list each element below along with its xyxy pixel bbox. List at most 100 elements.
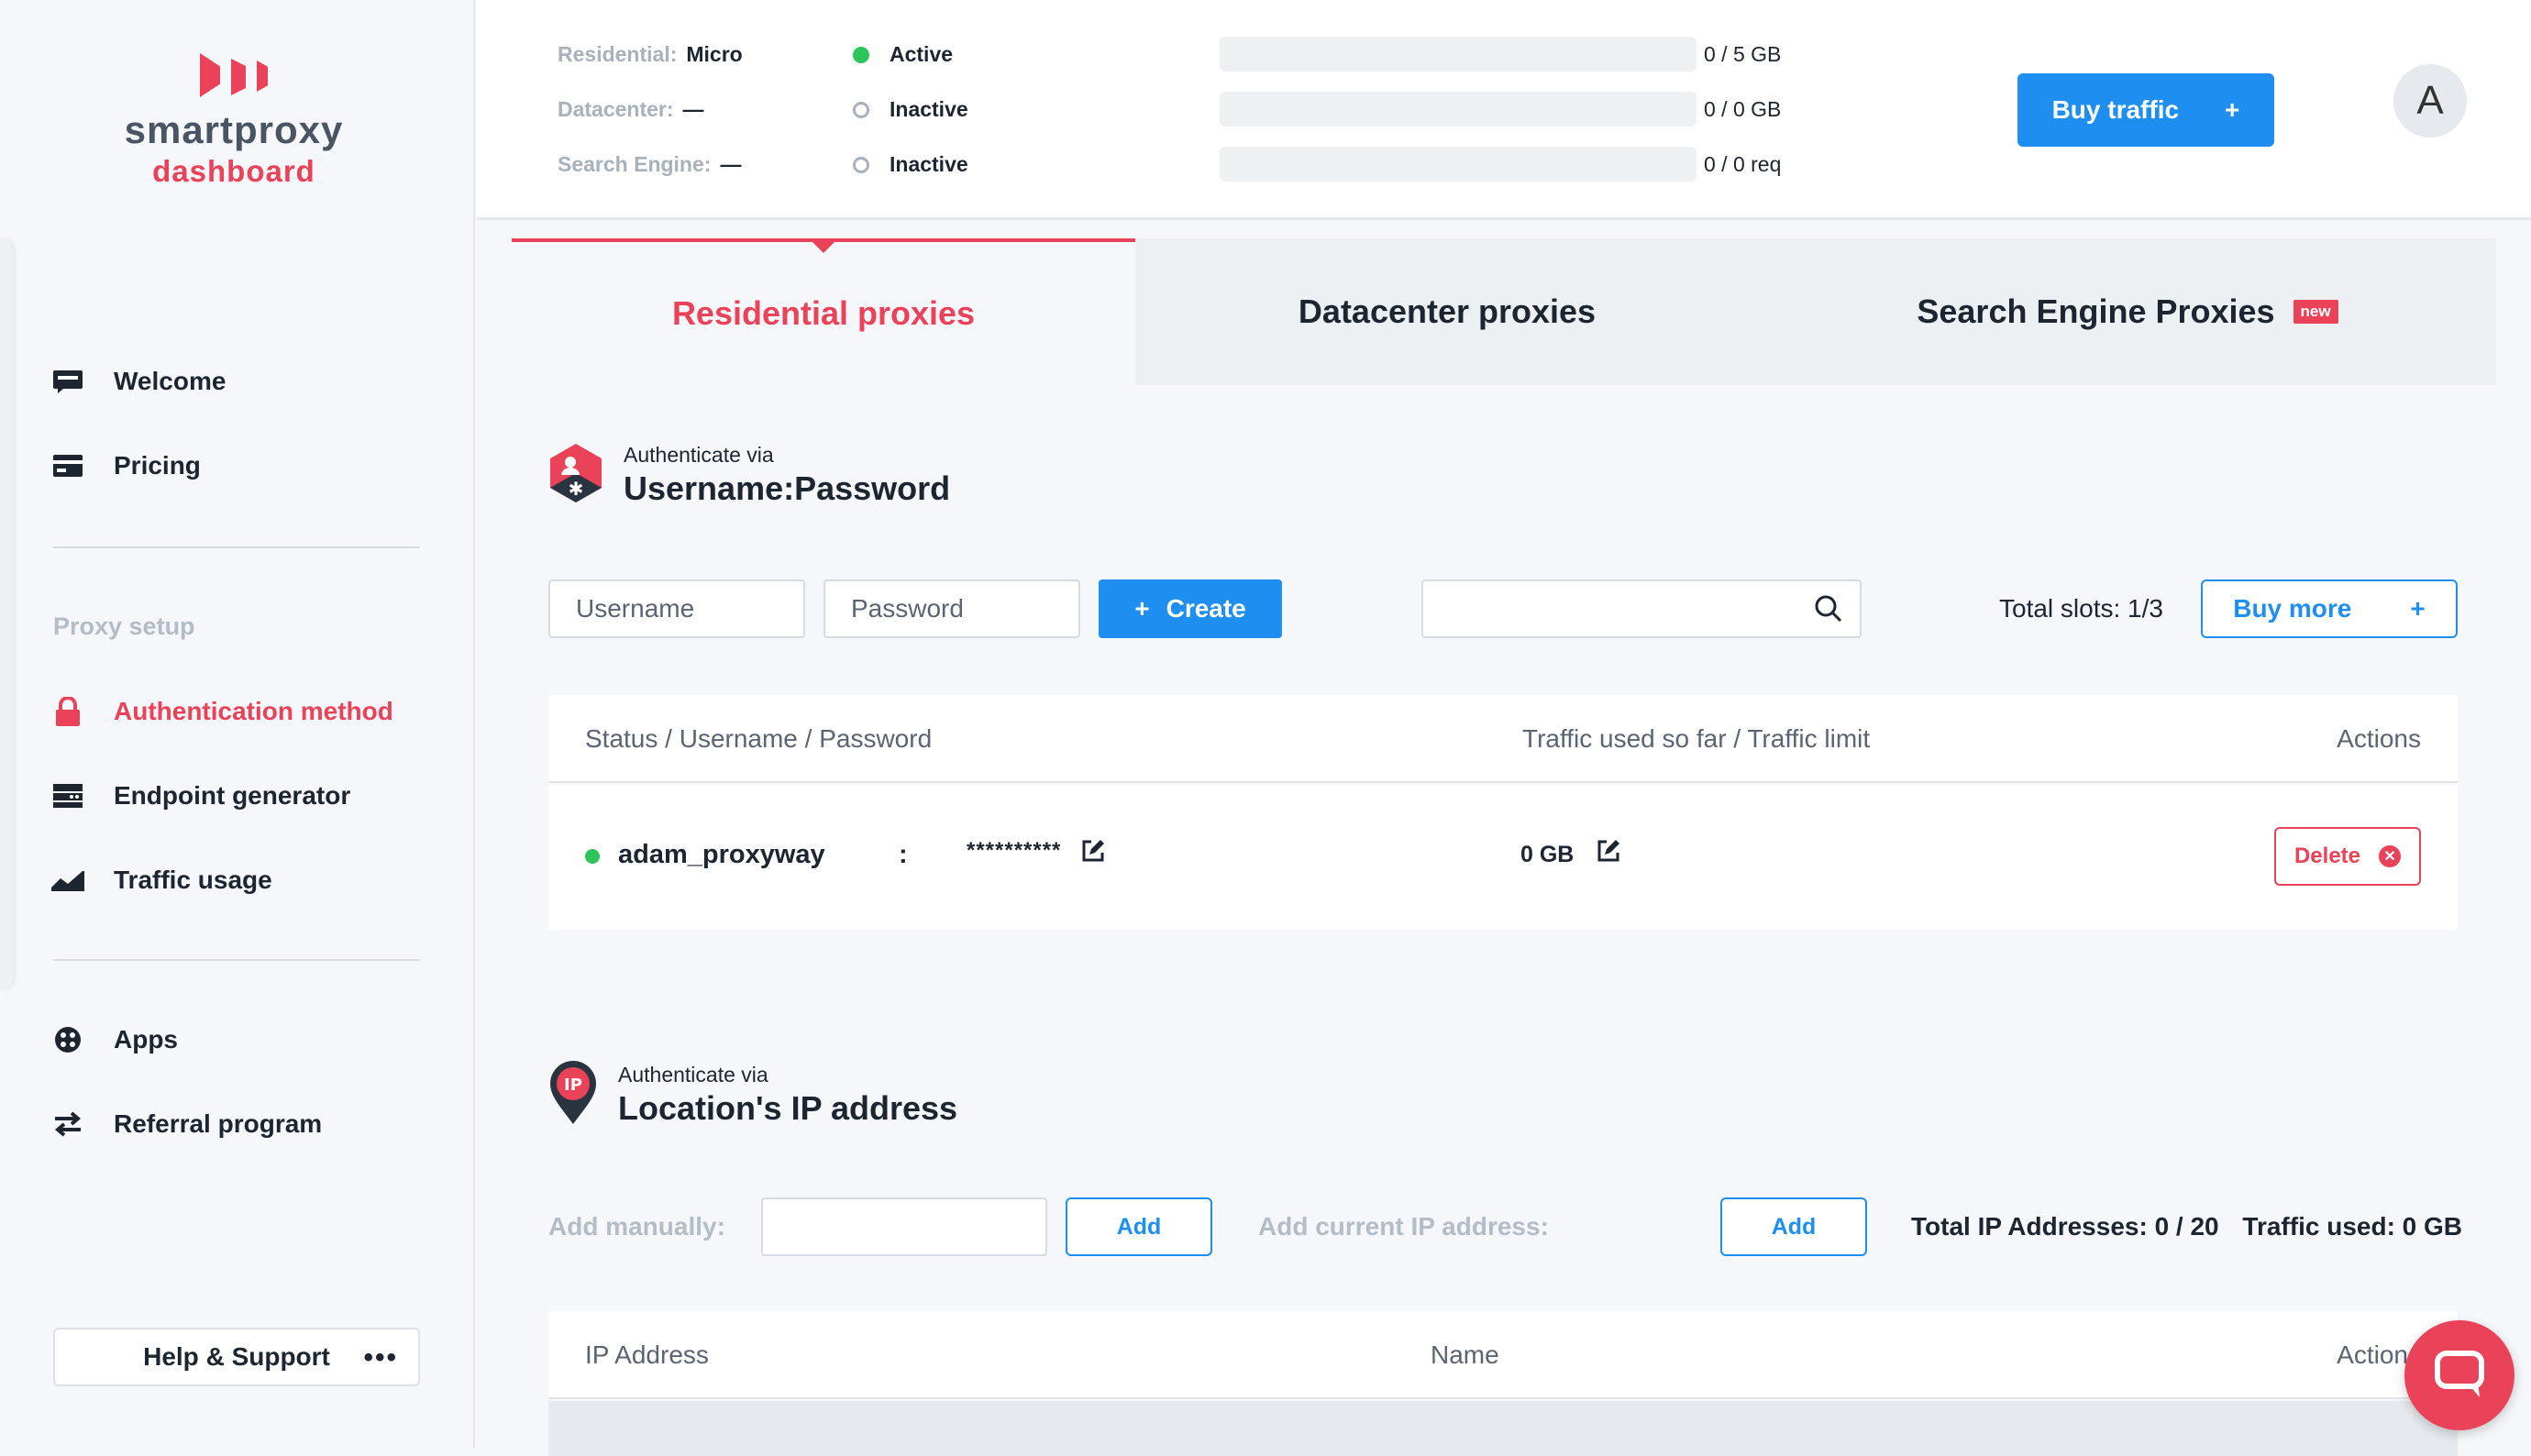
usage-value: 0 / 0 GB: [1704, 97, 1782, 121]
usage-value: 0 / 5 GB: [1704, 42, 1782, 66]
status-text: Active: [890, 42, 954, 66]
column-header: Traffic used so far / Traffic limit: [1522, 724, 1871, 753]
section-title: Username:Password: [624, 469, 951, 507]
users-table-header: Status / Username / Password Traffic use…: [548, 695, 2458, 783]
plan-status: Inactive: [853, 97, 968, 122]
tab-datacenter-proxies[interactable]: Datacenter proxies: [1135, 238, 1759, 385]
svg-text:✱: ✱: [569, 478, 584, 500]
ip-manual-input[interactable]: [761, 1197, 1047, 1256]
status-text: Inactive: [890, 152, 968, 176]
brand-logo[interactable]: smartproxy dashboard: [101, 53, 367, 189]
status-text: Inactive: [890, 97, 968, 121]
help-support-label: Help & Support: [143, 1342, 330, 1371]
status-active-dot-icon: [585, 849, 600, 864]
tab-residential-proxies[interactable]: Residential proxies: [512, 238, 1135, 385]
sidebar-item-welcome[interactable]: Welcome: [51, 367, 226, 396]
sidebar-item-label: Apps: [114, 1025, 178, 1053]
usage-value: 0 / 0 req: [1704, 152, 1782, 176]
tab-search-engine-proxies[interactable]: Search Engine Proxies new: [1759, 238, 2496, 385]
more-dots-icon[interactable]: •••: [363, 1342, 398, 1373]
sidebar: smartproxy dashboard Welcome Pricing Pro…: [0, 0, 475, 1449]
password-input[interactable]: Password: [823, 579, 1080, 638]
row-separator: :: [899, 840, 908, 869]
tab-label: Search Engine Proxies: [1917, 292, 2275, 330]
section-via-label: Authenticate via: [618, 1063, 768, 1086]
sidebar-item-authentication-method[interactable]: Authentication method: [51, 697, 393, 726]
buy-more-button[interactable]: Buy more +: [2201, 579, 2458, 638]
plan-label: Datacenter:: [558, 97, 674, 121]
sidebar-item-label: Authentication method: [114, 697, 393, 725]
sidebar-item-endpoint-generator[interactable]: Endpoint generator: [51, 781, 350, 811]
section-title: Location's IP address: [618, 1089, 958, 1127]
sidebar-item-apps[interactable]: Apps: [51, 1025, 178, 1054]
plan-datacenter: Datacenter: —: [558, 97, 704, 122]
main-content: Residential proxies Datacenter proxies S…: [512, 238, 2496, 1456]
create-button[interactable]: + Create: [1099, 579, 1282, 638]
plan-value: —: [720, 152, 742, 176]
delete-button[interactable]: Delete ✕: [2274, 827, 2421, 886]
search-icon[interactable]: [1814, 594, 1843, 628]
close-icon: ✕: [2379, 845, 2402, 867]
username-placeholder: Username: [576, 594, 695, 623]
column-header: Actions: [2337, 724, 2421, 753]
plan-status: Inactive: [853, 152, 968, 177]
plan-value: Micro: [686, 42, 743, 66]
sidebar-item-referral-program[interactable]: Referral program: [51, 1109, 322, 1139]
status-inactive-dot-icon: [853, 101, 869, 118]
ip-table-body: [548, 1401, 2458, 1456]
plan-status: Active: [853, 42, 953, 67]
create-label: Create: [1166, 594, 1246, 623]
avatar[interactable]: A: [2393, 64, 2467, 138]
ip-traffic-used: Traffic used: 0 GB: [2242, 1212, 2463, 1241]
plus-icon: +: [2410, 594, 2426, 623]
user-key-hexagon-icon: ✱: [548, 442, 603, 509]
usage-progress-bar: [1220, 92, 1697, 127]
edit-password-icon[interactable]: [1080, 838, 1106, 868]
sidebar-item-label: Endpoint generator: [114, 781, 351, 810]
plan-value: —: [682, 97, 704, 121]
top-bar: Residential: Micro Datacenter: — Search …: [477, 0, 2531, 220]
delete-label: Delete: [2293, 844, 2361, 868]
usage-progress-bar: [1220, 147, 1697, 182]
row-username: adam_proxyway: [618, 840, 825, 869]
brand-name: smartproxy: [124, 108, 344, 151]
search-input[interactable]: [1421, 579, 1862, 638]
buy-traffic-label: Buy traffic: [2051, 95, 2180, 124]
ip-location-pin-icon: IP: [548, 1060, 598, 1131]
chart-area-icon: [51, 866, 84, 894]
pricing-card-icon: [51, 452, 84, 480]
chat-support-button[interactable]: [2404, 1320, 2514, 1430]
sidebar-item-label: Welcome: [114, 367, 227, 395]
total-ip-addresses: Total IP Addresses: 0 / 20: [1911, 1212, 2219, 1241]
proxy-tabs: Residential proxies Datacenter proxies S…: [512, 238, 2496, 385]
userpass-section-header: ✱ Authenticate via Username:Password: [548, 442, 950, 509]
edit-traffic-icon[interactable]: [1596, 838, 1621, 868]
password-placeholder: Password: [851, 594, 964, 623]
usage-progress-bar: [1220, 37, 1697, 72]
status-inactive-dot-icon: [853, 156, 869, 173]
ip-section-header: IP Authenticate via Location's IP addres…: [548, 1060, 957, 1131]
column-header: IP Address: [585, 1340, 709, 1369]
username-input[interactable]: Username: [548, 579, 805, 638]
welcome-icon: [51, 368, 84, 395]
apps-icon: [51, 1026, 84, 1053]
add-manual-ip-button[interactable]: Add: [1066, 1197, 1212, 1256]
plus-icon: +: [2225, 95, 2240, 124]
tab-label: Residential proxies: [671, 294, 976, 332]
sidebar-divider: [53, 959, 420, 961]
sidebar-divider: [53, 546, 420, 548]
ip-table-header: IP Address Name Actions: [548, 1311, 2458, 1399]
lock-icon: [51, 697, 84, 726]
add-current-ip-button[interactable]: Add: [1720, 1197, 1867, 1256]
sidebar-item-traffic-usage[interactable]: Traffic usage: [51, 866, 272, 895]
row-traffic: 0 GB: [1520, 842, 1575, 867]
new-badge: new: [2293, 300, 2338, 324]
buy-traffic-button[interactable]: Buy traffic +: [2017, 73, 2274, 147]
plus-icon: +: [1134, 594, 1150, 623]
buy-more-label: Buy more: [2233, 594, 2352, 623]
logo-mark-icon: [101, 53, 367, 97]
total-slots: Total slots: 1/3: [1999, 594, 2163, 623]
swap-arrows-icon: [51, 1110, 84, 1138]
sidebar-item-pricing[interactable]: Pricing: [51, 451, 201, 480]
help-support-button[interactable]: Help & Support •••: [53, 1328, 420, 1386]
